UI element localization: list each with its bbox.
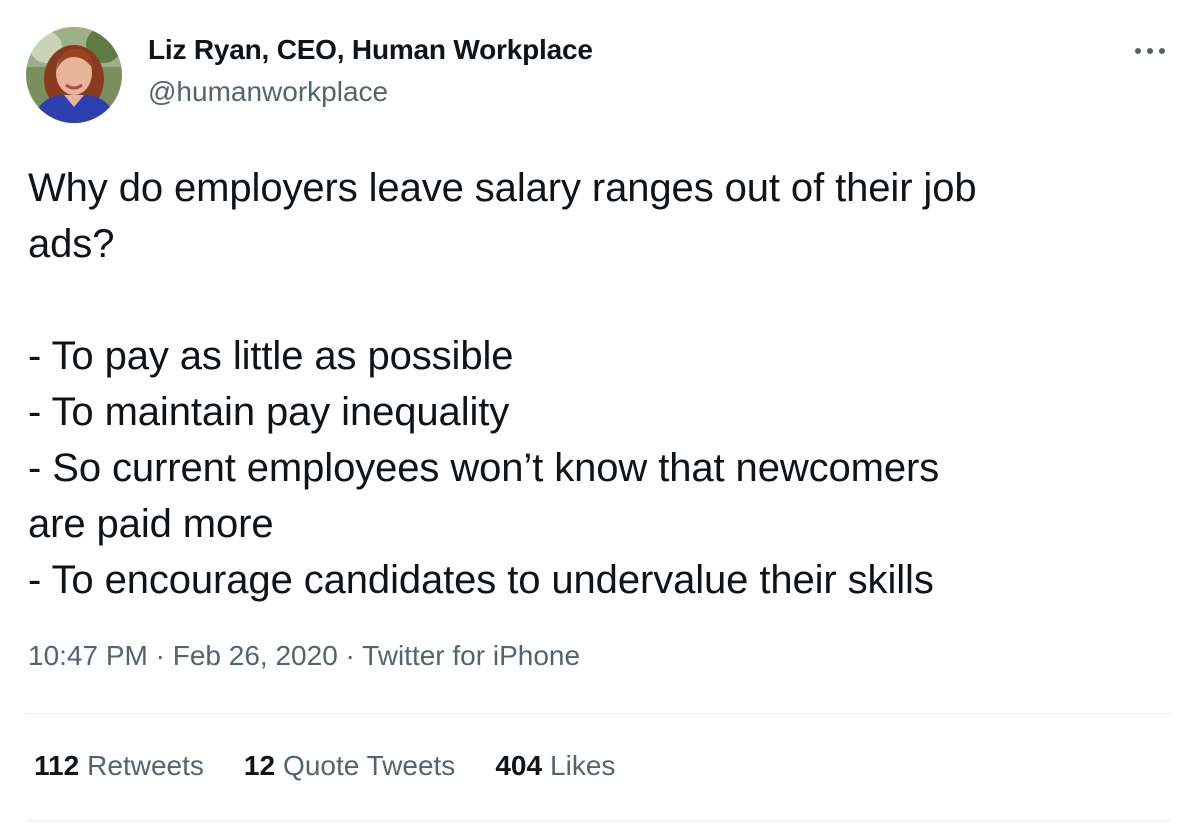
retweets-label: Retweets	[87, 750, 204, 781]
likes-label: Likes	[550, 750, 616, 781]
more-horizontal-icon	[1135, 48, 1165, 54]
tweet-text: Why do employers leave salary ranges out…	[28, 166, 977, 602]
retweets-stat[interactable]: 112 Retweets	[34, 750, 204, 782]
tweet-source[interactable]: Twitter for iPhone	[362, 640, 580, 671]
meta-separator: ·	[147, 640, 173, 671]
tweet-meta: 10:47 PM · Feb 26, 2020 · Twitter for iP…	[28, 640, 580, 672]
meta-separator: ·	[337, 640, 363, 671]
quote-tweets-stat[interactable]: 12 Quote Tweets	[244, 750, 455, 782]
quote-tweets-label: Quote Tweets	[283, 750, 456, 781]
quote-tweets-count: 12	[243, 750, 276, 781]
divider	[26, 713, 1170, 714]
tweet-stats: 112 Retweets 12 Quote Tweets 404 Likes	[34, 750, 655, 782]
tweet-card: Liz Ryan, CEO, Human Workplace @humanwor…	[0, 0, 1200, 826]
author-handle[interactable]: @humanworkplace	[148, 76, 388, 108]
more-options-button[interactable]	[1128, 36, 1172, 66]
tweet-date[interactable]: Feb 26, 2020	[173, 640, 338, 671]
tweet-time[interactable]: 10:47 PM	[28, 640, 148, 671]
likes-stat[interactable]: 404 Likes	[495, 750, 615, 782]
avatar[interactable]	[26, 27, 122, 123]
avatar-image	[26, 27, 122, 123]
author-name[interactable]: Liz Ryan, CEO, Human Workplace	[148, 34, 593, 66]
likes-count: 404	[495, 750, 543, 781]
retweets-count: 112	[34, 750, 80, 781]
divider	[26, 820, 1170, 821]
